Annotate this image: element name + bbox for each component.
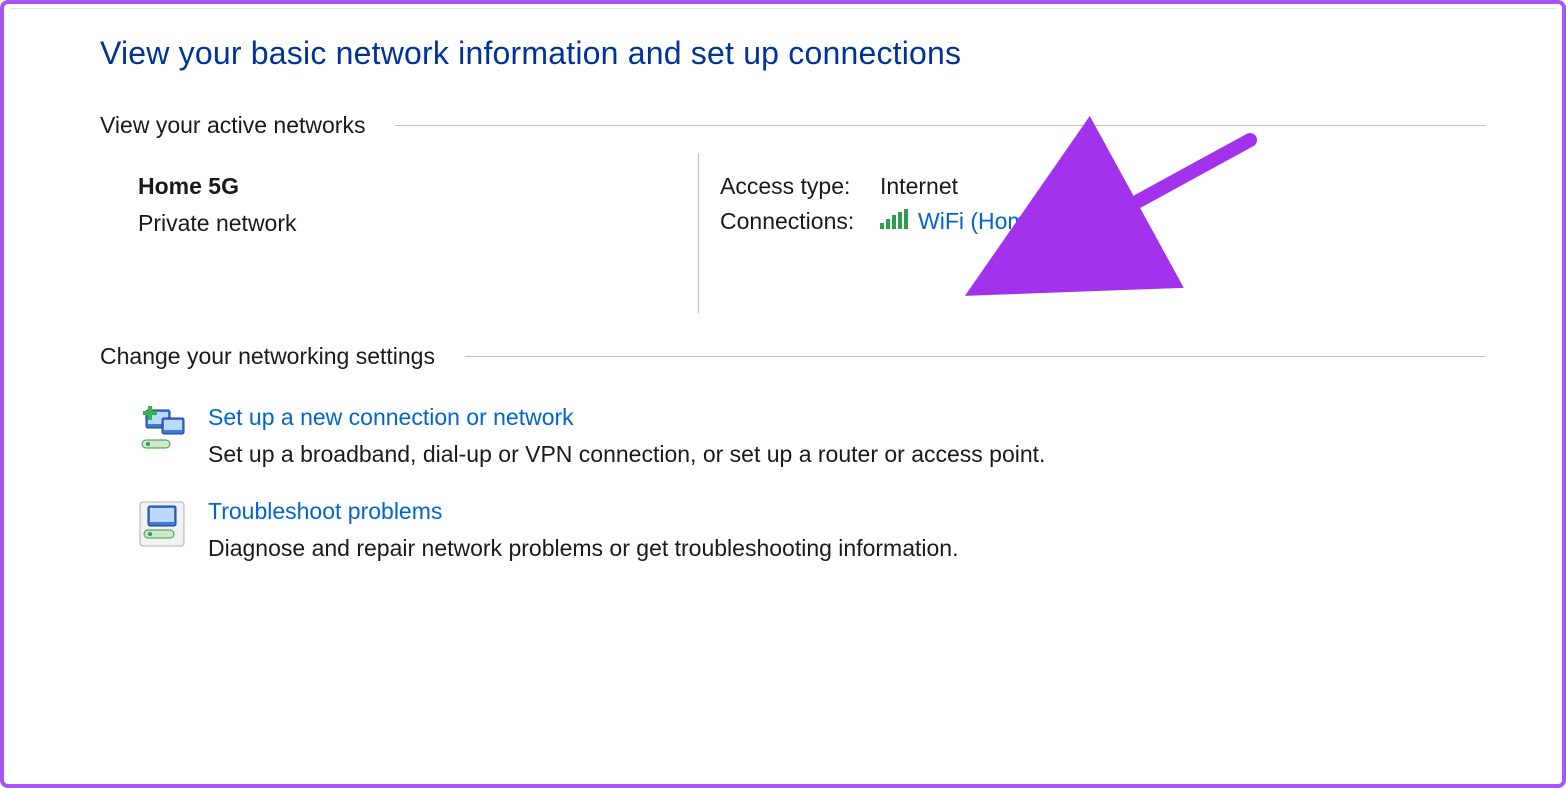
section-divider [395,125,1486,126]
connections-row: Connections: WiFi (Home 5G) [720,208,1084,235]
section-active-networks: View your active networks [100,112,1486,139]
top-hairline [10,8,1556,9]
troubleshoot-icon [138,500,186,548]
wifi-connection-link[interactable]: WiFi (Home 5G) [918,208,1084,235]
change-items: Set up a new connection or network Set u… [138,404,1486,562]
vertical-divider [698,153,699,313]
section-change-settings-label: Change your networking settings [100,343,435,370]
setup-new-connection-link[interactable]: Set up a new connection or network [208,404,1045,431]
troubleshoot-link[interactable]: Troubleshoot problems [208,498,958,525]
troubleshoot-item: Troubleshoot problems Diagnose and repai… [138,498,1486,562]
troubleshoot-desc: Diagnose and repair network problems or … [208,535,958,562]
section-divider [465,356,1486,357]
page-title: View your basic network information and … [100,35,1486,72]
section-change-settings: Change your networking settings [100,343,1486,370]
access-type-label: Access type: [720,173,880,200]
network-sharing-center: View your basic network information and … [100,35,1486,788]
wifi-signal-icon [880,208,918,235]
setup-new-connection-item: Set up a new connection or network Set u… [138,404,1486,468]
network-properties: Access type: Internet Connections: WiFi … [720,173,1084,243]
active-networks-panel: Home 5G Private network Access type: Int… [138,173,1486,323]
access-type-value: Internet [880,173,958,200]
access-type-row: Access type: Internet [720,173,1084,200]
setup-new-connection-desc: Set up a broadband, dial-up or VPN conne… [208,441,1045,468]
connections-label: Connections: [720,208,880,235]
section-active-networks-label: View your active networks [100,112,365,139]
new-connection-icon [138,406,186,454]
